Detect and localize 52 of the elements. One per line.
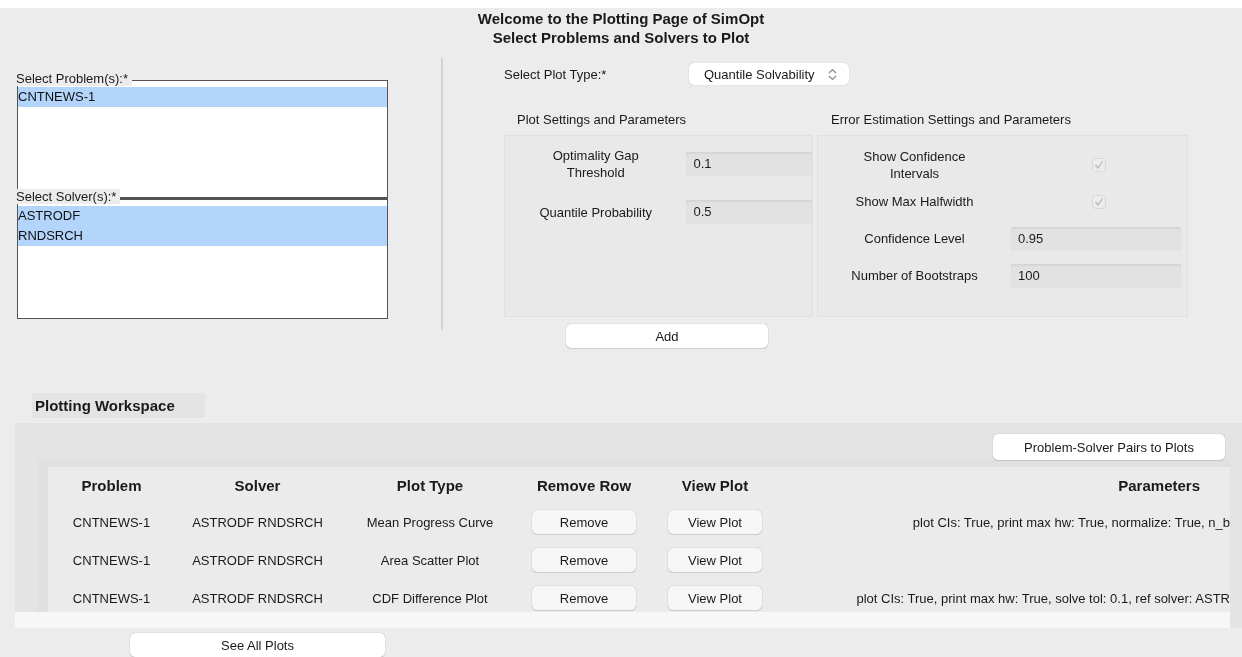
field-label: Confidence Level	[863, 230, 966, 247]
input-field[interactable]: 0.5	[686, 200, 812, 224]
scrollbar-track[interactable]	[15, 612, 1230, 628]
table-cell-text: CNTNEWS-1	[71, 590, 152, 606]
solver-list-label: Select Solver(s):*	[15, 189, 121, 204]
table-cell-text: CNTNEWS-1	[71, 514, 152, 530]
field-label: Quantile Probability	[538, 203, 654, 221]
problem-list-label: Select Problem(s):*	[15, 71, 132, 86]
field-label: Show Confidence Intervals	[862, 147, 967, 182]
table-cell: plot CIs: True, print max hw: True, solve tol: 0.1, ref solver: ASTR	[856, 590, 1230, 606]
view-plot-button[interactable]: View Plot	[668, 548, 762, 572]
plot-type-label: Select Plot Type:*	[504, 66, 608, 82]
remove-button[interactable]: Remove	[532, 510, 636, 534]
input-field[interactable]: 0.95	[1011, 226, 1181, 251]
table-cell-text: Mean Progress Curve	[365, 514, 495, 530]
see-all-button[interactable]: See All Plots	[130, 633, 385, 657]
solver-item[interactable]: RNDSRCH	[18, 226, 387, 246]
field-label: Optimality Gap Threshold	[551, 147, 640, 181]
table-cell-text: ASTRODF RNDSRCH	[191, 552, 324, 568]
column-header: Solver	[233, 476, 282, 494]
section-heading: Plot Settings and Parameters	[516, 111, 688, 129]
column-header: Problem	[80, 476, 143, 494]
plot-type-dropdown[interactable]: Quantile Solvability	[689, 63, 849, 85]
solver-item[interactable]: ASTRODF	[18, 206, 387, 226]
page-title: Welcome to the Plotting Page of SimOpt	[476, 9, 766, 28]
view-plot-button[interactable]: View Plot	[668, 586, 762, 610]
remove-button[interactable]: Remove	[532, 548, 636, 572]
column-header: Remove Row	[535, 476, 633, 494]
field-label: Show Max Halfwidth	[854, 193, 975, 210]
table-cell-text: ASTRODF RNDSRCH	[191, 514, 324, 530]
table-cell: plot CIs: True, print max hw: True, normalize: True, n_b	[912, 514, 1230, 530]
remove-button[interactable]: Remove	[532, 586, 636, 610]
page-title: Select Problems and Solvers to Plot	[491, 28, 751, 47]
section-heading: Error Estimation Settings and Parameters	[830, 111, 1072, 129]
table-cell-text: Area Scatter Plot	[379, 552, 481, 568]
checkbox[interactable]	[1092, 194, 1106, 209]
table-cell-text: CNTNEWS-1	[71, 552, 152, 568]
table-cell-text: ASTRODF RNDSRCH	[191, 590, 324, 606]
column-header: View Plot	[680, 476, 750, 494]
table-cell-text: CDF Difference Plot	[371, 590, 489, 606]
workspace-title: Plotting Workspace	[32, 393, 205, 418]
input-field[interactable]: 0.1	[686, 152, 812, 176]
column-header: Plot Type	[395, 476, 465, 494]
input-field[interactable]: 100	[1011, 263, 1181, 288]
chevron-icon	[828, 67, 837, 81]
checkbox[interactable]	[1092, 157, 1106, 172]
field-label: Number of Bootstraps	[850, 267, 979, 284]
add-button[interactable]: Add	[566, 324, 768, 348]
problem-item[interactable]: CNTNEWS-1	[18, 87, 387, 107]
view-plot-button[interactable]: View Plot	[668, 510, 762, 534]
pairs-button[interactable]: Problem-Solver Pairs to Plots	[993, 434, 1225, 460]
column-header: Parameters	[1117, 476, 1201, 494]
